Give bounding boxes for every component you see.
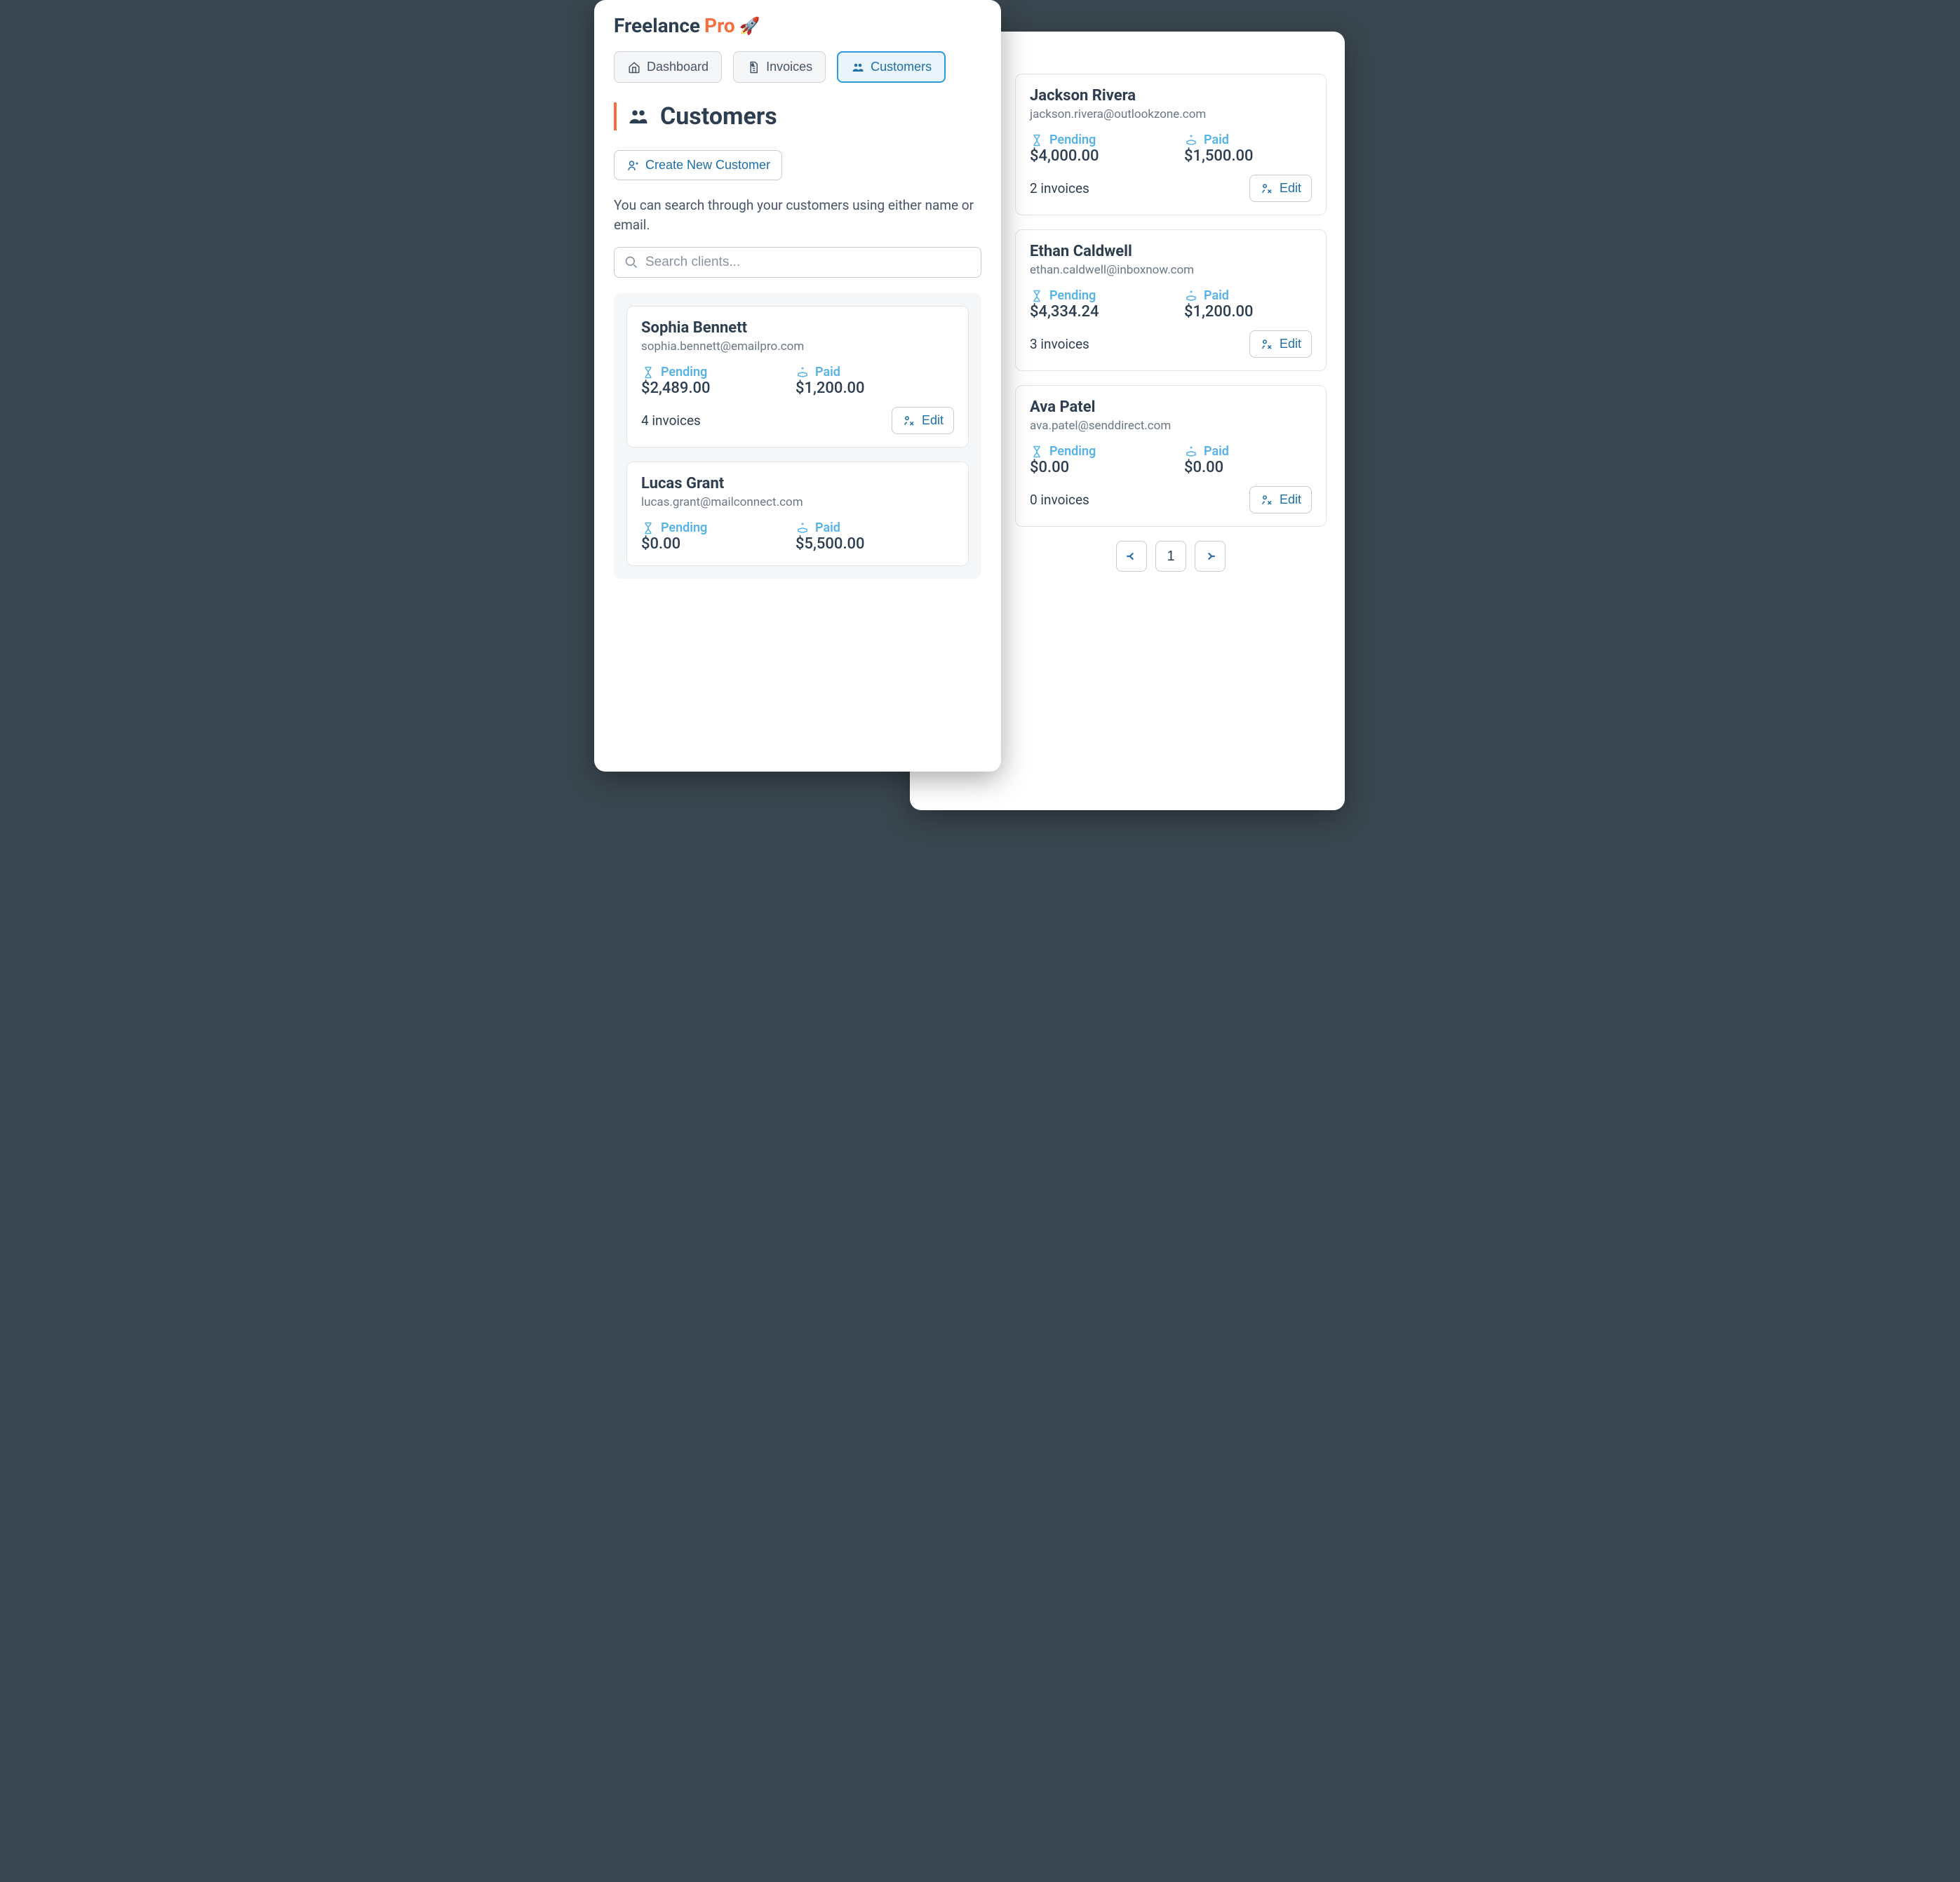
customer-email: ethan.caldwell@inboxnow.com bbox=[1030, 263, 1312, 277]
edit-icon bbox=[1260, 493, 1274, 507]
customer-name: Ethan Caldwell bbox=[1030, 243, 1312, 260]
users-icon bbox=[851, 60, 865, 74]
tab-dashboard[interactable]: Dashboard bbox=[614, 51, 722, 83]
pending-label: Pending bbox=[1030, 133, 1156, 147]
hand-money-icon bbox=[796, 521, 810, 535]
app-window: FreelancePro 🚀 Dashboard $ Invoices bbox=[594, 0, 1001, 772]
customer-card: Jackson Rivera jackson.rivera@outlookzon… bbox=[1015, 74, 1327, 215]
customer-email: sophia.bennett@emailpro.com bbox=[641, 340, 954, 354]
pager-page-button[interactable]: 1 bbox=[1155, 541, 1186, 572]
search-field[interactable] bbox=[614, 247, 981, 278]
hourglass-icon bbox=[1030, 133, 1044, 147]
paid-value: $1,200.00 bbox=[796, 379, 922, 397]
paid-value: $1,500.00 bbox=[1184, 147, 1310, 165]
users-icon bbox=[626, 105, 650, 128]
edit-button[interactable]: Edit bbox=[1249, 486, 1312, 513]
arrow-right-icon bbox=[1203, 549, 1217, 563]
paid-value: $1,200.00 bbox=[1184, 303, 1310, 321]
paid-label: Paid bbox=[1184, 288, 1310, 303]
helper-text: You can search through your customers us… bbox=[614, 196, 981, 234]
pending-value: $0.00 bbox=[1030, 459, 1156, 476]
pending-label: Pending bbox=[641, 520, 767, 535]
paid-label: Paid bbox=[796, 520, 922, 535]
pending-value: $0.00 bbox=[641, 535, 767, 553]
paid-value: $0.00 bbox=[1184, 459, 1310, 476]
nav-tabs: Dashboard $ Invoices Customers bbox=[614, 51, 981, 83]
customers-list: Sophia Bennett sophia.bennett@emailpro.c… bbox=[614, 293, 981, 579]
hand-money-icon bbox=[1184, 289, 1198, 303]
tab-customers[interactable]: Customers bbox=[837, 51, 946, 83]
paid-value: $5,500.00 bbox=[796, 535, 922, 553]
pending-value: $4,000.00 bbox=[1030, 147, 1156, 165]
customer-email: jackson.rivera@outlookzone.com bbox=[1030, 107, 1312, 121]
hourglass-icon bbox=[1030, 289, 1044, 303]
arrow-left-icon bbox=[1125, 549, 1139, 563]
pending-label: Pending bbox=[641, 365, 767, 379]
pending-value: $2,489.00 bbox=[641, 379, 767, 397]
paid-label: Paid bbox=[1184, 133, 1310, 147]
edit-icon bbox=[1260, 182, 1274, 196]
pager-prev-button[interactable] bbox=[1116, 541, 1147, 572]
invoice-count: 2 invoices bbox=[1030, 180, 1089, 196]
customer-email: ava.patel@senddirect.com bbox=[1030, 419, 1312, 433]
customer-name: Jackson Rivera bbox=[1030, 87, 1312, 105]
customer-card: Lucas Grant lucas.grant@mailconnect.com … bbox=[626, 462, 969, 566]
pager: 1 bbox=[1015, 541, 1327, 572]
brand-name: Freelance bbox=[614, 14, 700, 37]
pager-next-button[interactable] bbox=[1195, 541, 1226, 572]
pending-value: $4,334.24 bbox=[1030, 303, 1156, 321]
hourglass-icon bbox=[1030, 445, 1044, 459]
brand-suffix: Pro bbox=[704, 14, 735, 37]
invoice-count: 4 invoices bbox=[641, 412, 701, 429]
hand-money-icon bbox=[1184, 133, 1198, 147]
page-title: Customers bbox=[614, 102, 981, 130]
user-plus-icon bbox=[626, 159, 640, 173]
invoice-count: 0 invoices bbox=[1030, 492, 1089, 508]
pending-label: Pending bbox=[1030, 444, 1156, 459]
tab-invoices[interactable]: $ Invoices bbox=[733, 51, 826, 83]
hand-money-icon bbox=[1184, 445, 1198, 459]
customer-card: Ethan Caldwell ethan.caldwell@inboxnow.c… bbox=[1015, 229, 1327, 371]
invoice-count: 3 invoices bbox=[1030, 336, 1089, 352]
create-customer-button[interactable]: Create New Customer bbox=[614, 150, 782, 180]
customer-name: Sophia Bennett bbox=[641, 319, 954, 337]
hand-money-icon bbox=[796, 365, 810, 379]
pending-label: Pending bbox=[1030, 288, 1156, 303]
brand-logo: FreelancePro 🚀 bbox=[614, 14, 981, 37]
customer-email: lucas.grant@mailconnect.com bbox=[641, 495, 954, 509]
edit-icon bbox=[902, 414, 916, 428]
edit-button[interactable]: Edit bbox=[1249, 175, 1312, 202]
edit-button[interactable]: Edit bbox=[1249, 330, 1312, 358]
customer-card: Ava Patel ava.patel@senddirect.com Pendi… bbox=[1015, 385, 1327, 527]
search-input[interactable] bbox=[645, 255, 971, 270]
paid-label: Paid bbox=[796, 365, 922, 379]
search-icon bbox=[624, 255, 638, 269]
customer-card: Sophia Bennett sophia.bennett@emailpro.c… bbox=[626, 306, 969, 448]
paid-label: Paid bbox=[1184, 444, 1310, 459]
home-icon bbox=[627, 60, 641, 74]
hourglass-icon bbox=[641, 365, 655, 379]
rocket-icon: 🚀 bbox=[739, 16, 760, 36]
customer-name: Lucas Grant bbox=[641, 475, 954, 492]
edit-button[interactable]: Edit bbox=[892, 407, 954, 434]
edit-icon bbox=[1260, 337, 1274, 351]
invoice-icon: $ bbox=[746, 60, 760, 74]
customer-name: Ava Patel bbox=[1030, 398, 1312, 416]
hourglass-icon bbox=[641, 521, 655, 535]
